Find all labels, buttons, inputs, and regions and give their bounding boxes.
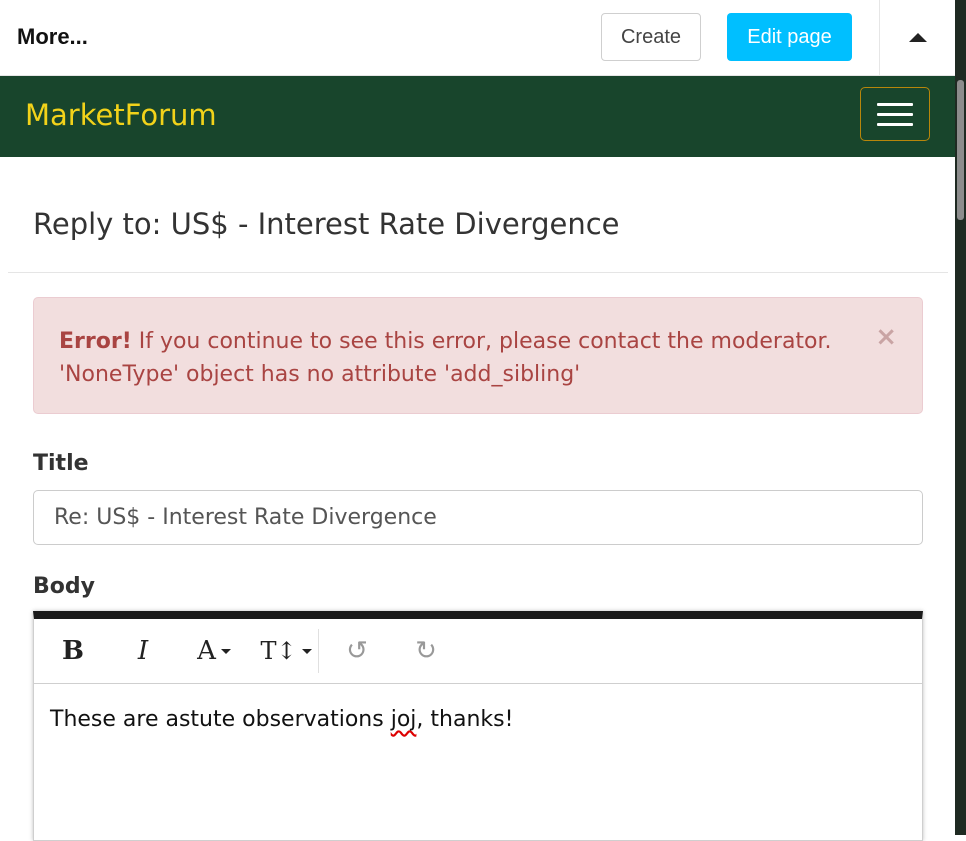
redo-icon[interactable]: ↻ [409, 619, 443, 683]
body-label: Body [33, 574, 95, 599]
more-menu[interactable]: More... [17, 24, 88, 50]
chevron-down-icon [220, 648, 231, 654]
brand-link[interactable]: MarketForum [25, 98, 217, 132]
rich-text-editor: B I A T↕ ↺ ↻ These are astute observatio… [33, 611, 923, 841]
scrollbar-thumb[interactable] [957, 80, 964, 220]
page-scrollbar[interactable] [955, 0, 966, 835]
bold-button[interactable]: B [54, 619, 92, 683]
error-alert: Error! If you continue to see this error… [33, 297, 923, 414]
navbar: MarketForum [0, 76, 955, 157]
font-color-dropdown[interactable]: A [184, 619, 244, 683]
hamburger-icon [877, 102, 913, 106]
italic-button[interactable]: I [124, 619, 162, 683]
alert-heading: Error! [59, 329, 132, 354]
misspelled-word: joj [390, 707, 417, 732]
body-text-end: , thanks! [416, 707, 514, 732]
collapse-toggle-button[interactable] [879, 0, 956, 75]
chevron-down-icon [301, 648, 312, 654]
undo-icon[interactable]: ↺ [340, 619, 374, 683]
admin-bar: More... Create Edit page [0, 0, 955, 76]
divider [8, 272, 948, 273]
alert-message: If you continue to see this error, pleas… [131, 329, 832, 354]
font-size-icon: T↕ [260, 637, 297, 665]
toolbar-separator [318, 629, 319, 673]
editor-toolbar: B I A T↕ ↺ ↻ [34, 619, 922, 684]
hamburger-icon [877, 122, 913, 126]
font-color-icon: A [197, 636, 216, 666]
font-size-dropdown[interactable]: T↕ [256, 619, 316, 683]
body-text: These are astute observations [50, 707, 391, 732]
title-input[interactable] [33, 490, 923, 545]
hamburger-icon [877, 112, 913, 116]
alert-detail: 'NoneType' object has no attribute 'add_… [59, 362, 581, 387]
edit-page-button[interactable]: Edit page [727, 13, 852, 61]
page-title: Reply to: US$ - Interest Rate Divergence [33, 207, 620, 241]
close-icon[interactable]: × [875, 324, 897, 350]
caret-up-icon [909, 33, 927, 42]
editor-content[interactable]: These are astute observations joj, thank… [50, 707, 513, 732]
menu-toggle-button[interactable] [860, 87, 930, 141]
create-button[interactable]: Create [601, 13, 701, 61]
title-label: Title [33, 451, 89, 476]
